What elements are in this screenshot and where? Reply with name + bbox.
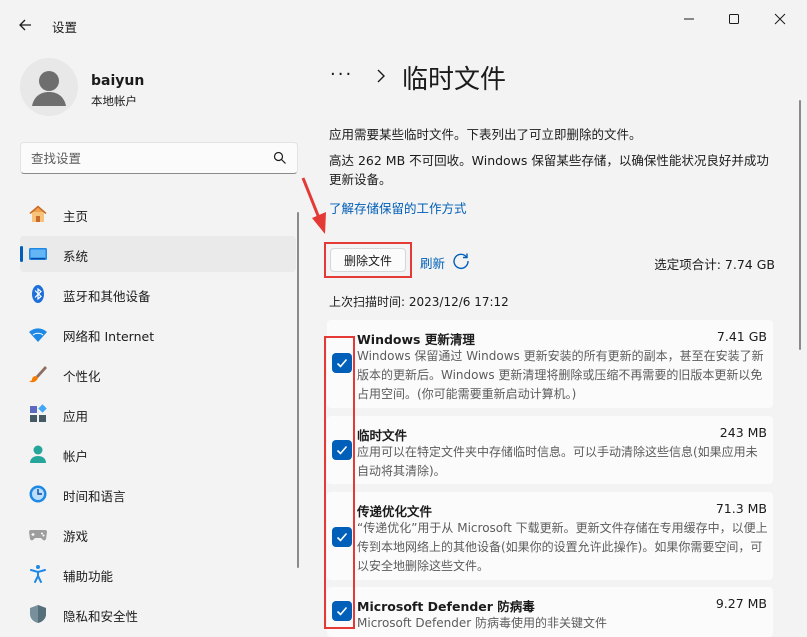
item-size: 243 MB xyxy=(719,425,767,440)
search-icon[interactable] xyxy=(273,151,287,165)
list-item[interactable]: 传递优化文件 71.3 MB “传递优化”用于从 Microsoft 下载更新。… xyxy=(327,492,773,580)
sidebar-item-label: 隐私和安全性 xyxy=(63,609,139,624)
system-display-icon xyxy=(29,248,47,260)
back-arrow-icon xyxy=(19,19,31,31)
sidebar-item-network[interactable]: 网络和 Internet xyxy=(20,316,296,352)
refresh-icon[interactable] xyxy=(452,252,470,270)
sidebar-item-time-language[interactable]: 时间和语言 xyxy=(20,476,296,512)
home-icon xyxy=(29,205,47,222)
maximize-button[interactable] xyxy=(711,6,757,32)
annotation-highlight-box: 删除文件 xyxy=(324,242,412,278)
app-title: 设置 xyxy=(52,20,78,35)
sidebar-item-gaming[interactable]: 游戏 xyxy=(20,516,296,552)
back-button[interactable] xyxy=(14,14,36,36)
sidebar-item-label: 个性化 xyxy=(63,369,101,384)
sidebar-item-label: 蓝牙和其他设备 xyxy=(63,289,151,304)
sidebar-item-label: 时间和语言 xyxy=(63,489,126,504)
description-text: 应用需要某些临时文件。下表列出了可立即删除的文件。 xyxy=(329,127,642,142)
item-size: 71.3 MB xyxy=(715,501,767,516)
account-type: 本地帐户 xyxy=(91,94,137,108)
annotation-arrow-icon xyxy=(301,177,326,234)
user-name: baiyun xyxy=(91,73,145,89)
list-item[interactable]: Microsoft Defender 防病毒 9.27 MB Microsoft… xyxy=(327,587,773,637)
gamepad-icon xyxy=(29,530,47,541)
sidebar-item-accessibility[interactable]: 辅助功能 xyxy=(20,556,296,592)
avatar[interactable] xyxy=(20,58,78,116)
sidebar-item-accounts[interactable]: 帐户 xyxy=(20,436,296,472)
bluetooth-icon xyxy=(32,285,44,303)
sidebar-scrollbar[interactable] xyxy=(297,212,299,568)
sidebar-item-label: 网络和 Internet xyxy=(63,329,155,344)
list-item[interactable]: Windows 更新清理 7.41 GB Windows 保留通过 Window… xyxy=(327,320,773,408)
delete-files-button[interactable]: 删除文件 xyxy=(330,248,406,272)
account-icon xyxy=(30,445,46,463)
wifi-icon xyxy=(29,328,47,342)
storage-reserve-text: 高达 262 MB 不可回收。Windows 保留某些存储，以确保性能状况良好并… xyxy=(329,153,769,187)
settings-window: 设置 baiyun 本地帐户 查找设置 主页 系统 蓝牙和其他设备 网络和 In… xyxy=(0,0,807,637)
item-size: 9.27 MB xyxy=(715,596,767,611)
search-input[interactable] xyxy=(21,143,261,173)
item-title: 传递优化文件 xyxy=(357,504,433,519)
minimize-icon xyxy=(684,18,694,20)
learn-storage-reserve-link[interactable]: 了解存储保留的工作方式 xyxy=(329,198,467,217)
sidebar-item-privacy[interactable]: 隐私和安全性 xyxy=(20,596,296,632)
item-size: 7.41 GB xyxy=(716,329,767,344)
main-scrollbar[interactable] xyxy=(799,100,801,350)
clock-globe-icon xyxy=(29,485,47,503)
accessibility-icon xyxy=(30,565,46,583)
page-title: 临时文件 xyxy=(402,65,507,95)
breadcrumb-more-button[interactable]: ··· xyxy=(330,64,353,85)
brush-icon xyxy=(29,366,47,383)
maximize-icon xyxy=(729,14,739,24)
item-title: Microsoft Defender 防病毒 xyxy=(357,599,535,614)
item-title: 临时文件 xyxy=(357,428,408,443)
sidebar-item-label: 帐户 xyxy=(63,449,89,464)
sidebar-item-home[interactable]: 主页 xyxy=(20,196,296,232)
apps-icon xyxy=(30,404,47,422)
item-description: “传递优化”用于从 Microsoft 下载更新。更新文件存储在专用缓存中，以便… xyxy=(357,521,768,573)
shield-icon xyxy=(30,605,46,623)
title-bar: 设置 xyxy=(0,0,807,48)
sidebar-item-apps[interactable]: 应用 xyxy=(20,396,296,432)
list-item[interactable]: 临时文件 243 MB 应用可以在特定文件夹中存储临时信息。可以手动清除这些信息… xyxy=(327,416,773,484)
sidebar-item-label: 主页 xyxy=(63,209,89,224)
sidebar-item-bluetooth[interactable]: 蓝牙和其他设备 xyxy=(20,276,296,312)
selected-total: 选定项合计: 7.74 GB xyxy=(654,257,775,272)
search-box xyxy=(20,142,298,174)
sidebar-item-label: 游戏 xyxy=(63,529,89,544)
item-description: 应用可以在特定文件夹中存储临时信息。可以手动清除这些信息(如果应用未自动将其清除… xyxy=(357,445,758,478)
close-button[interactable] xyxy=(757,6,803,32)
item-description: Windows 保留通过 Windows 更新安装的所有更新的副本，甚至在安装了… xyxy=(357,349,764,401)
refresh-link[interactable]: 刷新 xyxy=(420,253,445,272)
sidebar-item-label: 应用 xyxy=(63,409,89,424)
sidebar-item-label: 辅助功能 xyxy=(63,569,114,584)
user-avatar-icon xyxy=(32,71,66,106)
sidebar-item-personalization[interactable]: 个性化 xyxy=(20,356,296,392)
close-icon xyxy=(774,13,786,25)
sidebar-item-label: 系统 xyxy=(63,249,89,264)
item-description: Microsoft Defender 防病毒使用的非关键文件 xyxy=(357,616,608,630)
chevron-right-icon xyxy=(377,69,385,83)
last-scan-time: 上次扫描时间: 2023/12/6 17:12 xyxy=(329,295,509,309)
annotation-highlight-box xyxy=(324,336,355,629)
sidebar-nav: 主页 系统 蓝牙和其他设备 网络和 Internet 个性化 应用 帐户 时间和… xyxy=(20,196,296,636)
minimize-button[interactable] xyxy=(666,6,712,32)
sidebar-item-system[interactable]: 系统 xyxy=(20,236,296,272)
item-title: Windows 更新清理 xyxy=(357,332,475,347)
